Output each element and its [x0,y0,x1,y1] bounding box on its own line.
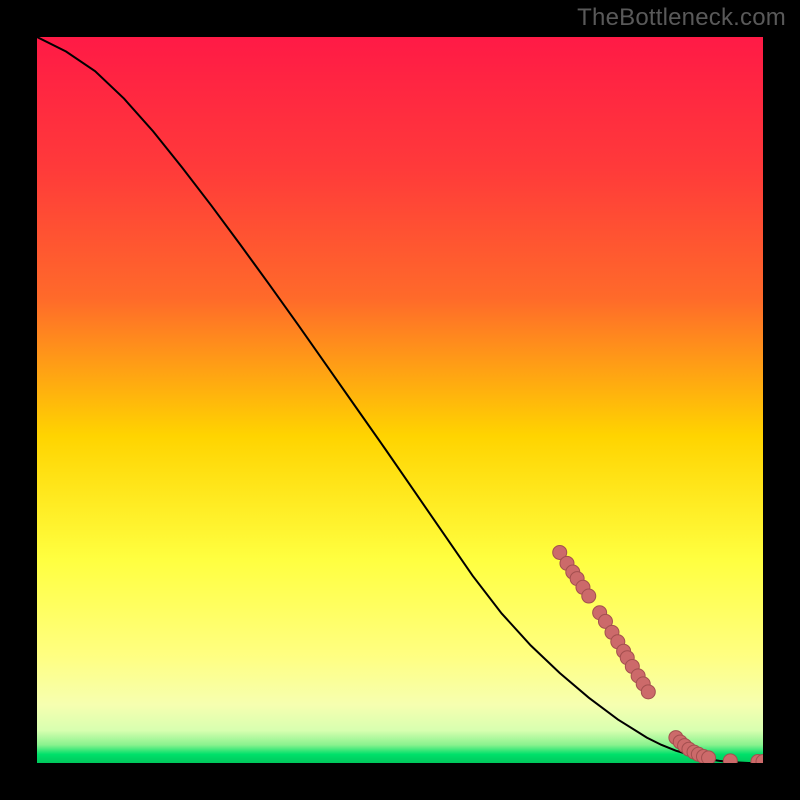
watermark-label: TheBottleneck.com [577,4,786,32]
data-point [641,685,655,699]
chart-frame: TheBottleneck.com [0,0,800,800]
gradient-background [37,37,763,763]
bottleneck-chart [37,37,763,763]
data-point [723,754,737,763]
data-point [702,751,716,763]
plot-area [37,37,763,763]
data-point [582,589,596,603]
